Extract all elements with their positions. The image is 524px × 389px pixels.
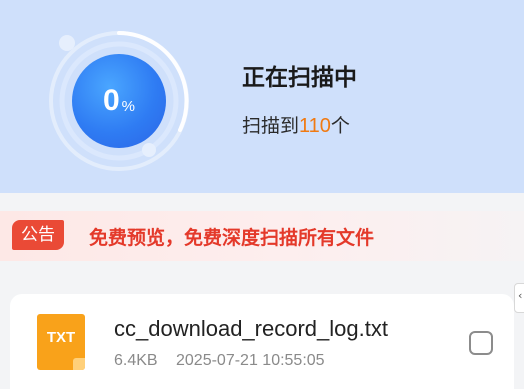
found-prefix: 扫描到 xyxy=(242,115,300,137)
scan-percent-unit: % xyxy=(121,97,136,115)
scan-status-title: 正在扫描中 xyxy=(242,65,357,91)
gauge-dot-bottom xyxy=(142,143,156,157)
notice-tag: 公告 xyxy=(12,220,64,250)
notice-banner[interactable]: 公告 免费预览，免费深度扫描所有文件 xyxy=(0,211,524,261)
file-name: cc_download_record_log.txt xyxy=(114,316,388,341)
file-select-checkbox[interactable] xyxy=(469,331,493,355)
scan-found-summary: 扫描到110个 xyxy=(242,111,350,138)
scan-header: 0% 正在扫描中 扫描到110个 xyxy=(0,0,524,193)
gauge-center: 0% xyxy=(72,54,166,148)
file-list-item[interactable]: TXT cc_download_record_log.txt 6.4KB 202… xyxy=(10,294,514,389)
found-suffix: 个 xyxy=(330,115,350,137)
file-icon-label: TXT xyxy=(46,329,76,346)
file-icon-fold xyxy=(73,358,85,370)
file-date: 2025-07-21 10:55:05 xyxy=(176,352,325,369)
found-count: 110 xyxy=(299,115,331,137)
txt-file-icon: TXT xyxy=(37,314,85,370)
gauge-dot-top xyxy=(59,35,75,51)
file-size: 6.4KB xyxy=(114,352,158,369)
scan-percent: 0 xyxy=(102,84,120,117)
notice-text: 免费预览，免费深度扫描所有文件 xyxy=(89,227,375,249)
side-tab-arrow-icon: ‹ xyxy=(518,289,523,302)
scan-progress-gauge: 0% xyxy=(48,30,190,172)
side-pull-tab[interactable]: ‹ xyxy=(514,283,524,313)
